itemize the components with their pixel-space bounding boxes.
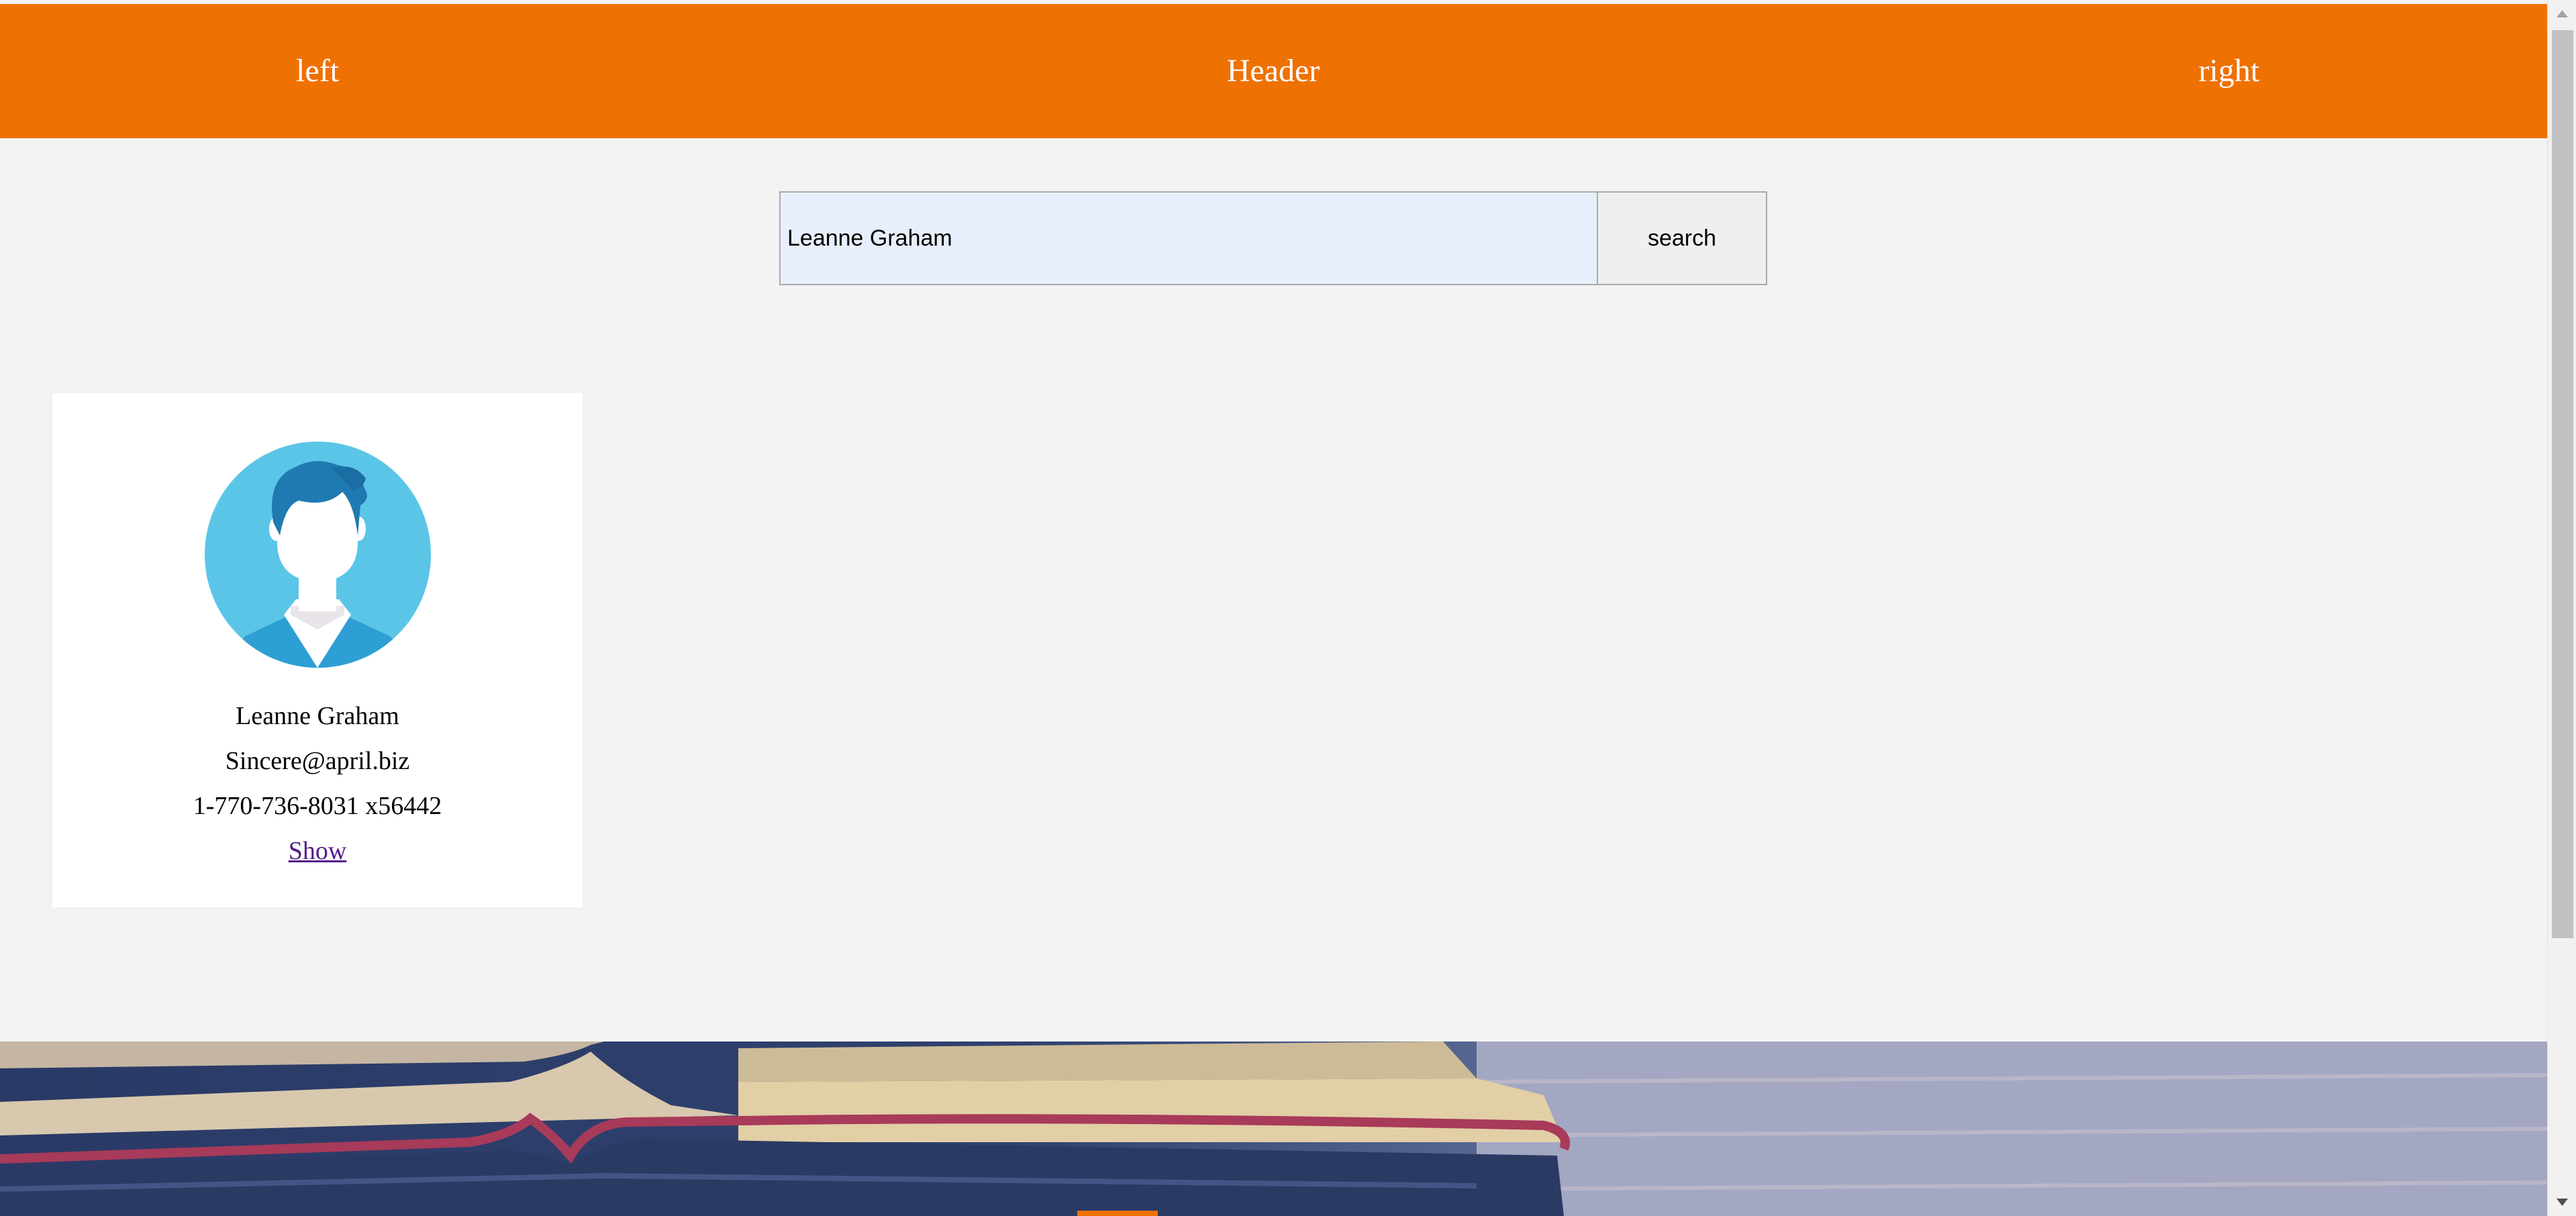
scroll-up-arrow-icon[interactable] [2548, 0, 2576, 27]
search-bar: search [779, 191, 1767, 285]
header-title: Header [1226, 53, 1320, 89]
user-email: Sincere@april.biz [225, 747, 410, 775]
scroll-down-arrow-icon[interactable] [2548, 1189, 2576, 1216]
top-header: left Header right [0, 4, 2547, 138]
user-name: Leanne Graham [236, 702, 399, 730]
search-button[interactable]: search [1598, 191, 1767, 285]
header-left: left [296, 53, 339, 89]
show-link[interactable]: Show [289, 837, 347, 865]
header-right: right [2198, 53, 2260, 89]
user-phone: 1-770-736-8031 x56442 [193, 792, 442, 820]
user-card: Leanne Graham Sincere@april.biz 1-770-73… [52, 393, 583, 907]
scrollbar-thumb[interactable] [2552, 30, 2573, 938]
open-book-banner [0, 1042, 2547, 1216]
vertical-scrollbar[interactable] [2547, 0, 2576, 1216]
footer-banner-image [0, 1042, 2547, 1216]
user-avatar-icon [205, 442, 431, 668]
search-input[interactable] [779, 191, 1598, 285]
page: left Header right search [0, 0, 2547, 1216]
